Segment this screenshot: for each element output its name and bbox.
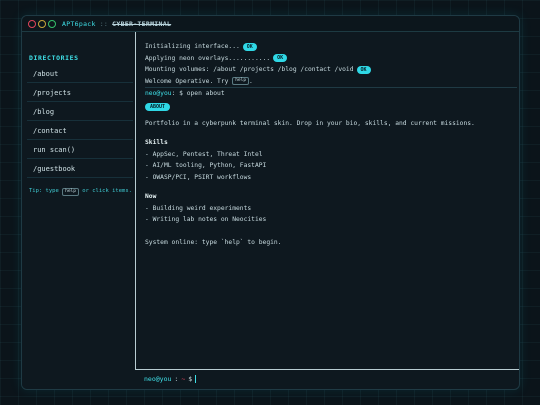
intro-text: Portfolio in a cyberpunk terminal skin. … <box>145 119 475 127</box>
welcome-help-key: help <box>232 77 250 86</box>
command-input-bar[interactable]: neo@you : ~ $ <box>135 369 519 389</box>
skills-heading: Skills <box>145 139 168 147</box>
now-item: - Building weird experiments <box>145 204 252 212</box>
boot-line-text: Initializing interface... <box>145 43 240 51</box>
boot-line: Mounting volumes: /about /projects /blog… <box>145 64 519 76</box>
status-line: System online: type `help` to begin. <box>145 239 282 247</box>
ok-badge: OK <box>356 65 371 74</box>
sidebar-item-blog[interactable]: /blog <box>27 103 133 121</box>
boot-line: Initializing interface... OK <box>145 41 519 53</box>
minimize-dot-icon[interactable] <box>38 19 46 28</box>
welcome-prefix: Welcome Operative. Try <box>145 77 229 85</box>
tip-prefix: Tip: type <box>29 188 59 194</box>
sidebar-item-about[interactable]: /about <box>27 65 133 83</box>
terminal-output: Initializing interface... OK Applying ne… <box>136 32 519 249</box>
input-prompt-user: neo@you <box>144 375 172 383</box>
about-badge: ABOUT <box>145 102 171 111</box>
welcome-line: Welcome Operative. Try help . <box>145 76 517 88</box>
terminal-output-panel: Initializing interface... OK Applying ne… <box>135 32 519 370</box>
tip-suffix: or click items. <box>82 188 132 194</box>
sidebar-item-run-scan[interactable]: run scan() <box>27 141 133 159</box>
input-prompt-dollar: $ <box>188 375 193 383</box>
boot-line-text: Applying neon overlays........... <box>145 54 271 62</box>
command-line: neo@you : $ open about <box>145 88 519 100</box>
title-bar: APT6pack :: CYBER-TERMINAL <box>22 16 519 32</box>
window-subtitle: CYBER-TERMINAL <box>112 19 172 28</box>
sidebar-tip: Tip: type help or click items. <box>29 187 135 196</box>
input-prompt-colon: : <box>174 375 179 383</box>
prompt-command: : $ open about <box>171 90 225 98</box>
input-prompt-tilde: ~ <box>181 375 186 383</box>
prompt-user: neo@you <box>145 90 172 98</box>
boot-line: Applying neon overlays........... OK <box>145 53 519 65</box>
terminal-window: APT6pack :: CYBER-TERMINAL DIRECTORIES /… <box>21 15 520 390</box>
maximize-dot-icon[interactable] <box>48 19 56 28</box>
close-dot-icon[interactable] <box>28 19 36 28</box>
sidebar-list: /about /projects /blog /contact run scan… <box>22 65 135 178</box>
sidebar-item-contact[interactable]: /contact <box>27 122 133 140</box>
skill-item: - AI/ML tooling, Python, FastAPI <box>145 162 267 170</box>
now-item: - Writing lab notes on Neocities <box>145 216 267 224</box>
app-brand: APT6pack <box>62 19 96 28</box>
skill-item: - OWASP/PCI, PSIRT workflows <box>145 173 252 181</box>
text-caret[interactable] <box>195 375 197 383</box>
skill-item: - AppSec, Pentest, Threat Intel <box>145 150 263 158</box>
sidebar: DIRECTORIES /about /projects /blog /cont… <box>22 32 135 389</box>
boot-line-text: Mounting volumes: /about /projects /blog… <box>145 66 354 74</box>
about-badge-row: ABOUT <box>145 100 519 111</box>
tip-help-key: help <box>62 188 79 196</box>
ok-badge: OK <box>273 54 288 63</box>
now-heading: Now <box>145 193 157 201</box>
welcome-suffix: . <box>249 77 253 85</box>
sidebar-heading: DIRECTORIES <box>29 54 79 62</box>
title-separator: :: <box>99 19 109 28</box>
sidebar-item-guestbook[interactable]: /guestbook <box>27 160 133 178</box>
sidebar-item-projects[interactable]: /projects <box>27 84 133 102</box>
ok-badge: OK <box>242 42 257 51</box>
